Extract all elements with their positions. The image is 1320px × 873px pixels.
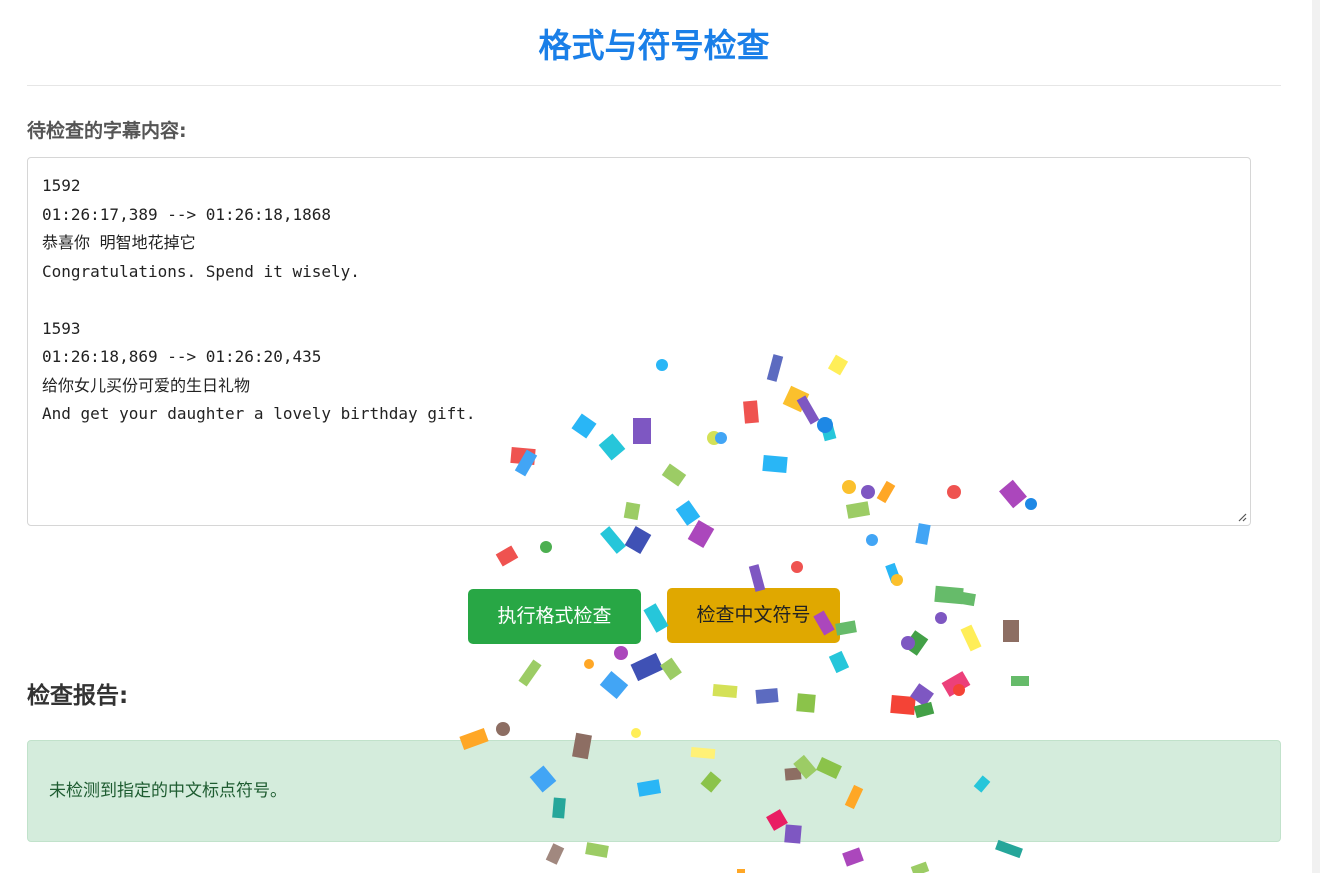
confetti-piece <box>614 646 628 660</box>
confetti-piece <box>643 603 669 633</box>
title-divider <box>27 85 1281 86</box>
confetti-piece <box>1003 620 1019 642</box>
confetti-piece <box>712 683 738 699</box>
confetti-piece <box>660 657 682 681</box>
confetti-piece <box>630 652 664 682</box>
confetti-piece <box>600 526 626 554</box>
confetti-piece <box>960 591 976 607</box>
report-heading: 检查报告: <box>27 683 129 709</box>
confetti-piece <box>545 843 565 865</box>
confetti-piece <box>915 523 931 545</box>
confetti-piece <box>960 624 982 652</box>
confetti-piece <box>584 659 594 669</box>
format-check-page: 格式与符号检查 待检查的字幕内容: 1592 01:26:17,389 --> … <box>0 0 1320 873</box>
confetti-piece <box>913 701 935 719</box>
confetti-piece <box>599 671 629 699</box>
confetti-piece <box>910 861 930 873</box>
confetti-piece <box>941 671 971 697</box>
confetti-piece <box>791 561 803 573</box>
confetti-piece <box>842 847 864 867</box>
confetti-piece <box>953 684 965 696</box>
subtitle-textarea-content[interactable]: 1592 01:26:17,389 --> 01:26:18,1868 恭喜你 … <box>42 172 1236 429</box>
confetti-piece <box>540 541 552 553</box>
run-format-check-button[interactable]: 执行格式检查 <box>468 589 641 644</box>
confetti-piece <box>890 694 916 716</box>
confetti-piece <box>934 585 964 605</box>
confetti-piece <box>995 839 1023 859</box>
confetti-piece <box>910 683 934 707</box>
page-scrollbar[interactable] <box>1312 0 1320 873</box>
subtitle-input-label: 待检查的字幕内容: <box>27 120 187 142</box>
confetti-piece <box>495 545 519 567</box>
confetti-piece <box>755 688 779 704</box>
confetti-piece <box>737 869 745 873</box>
confetti-piece <box>828 650 850 674</box>
confetti-piece <box>903 630 929 656</box>
confetti-piece <box>885 562 901 584</box>
confetti-piece <box>624 525 652 555</box>
confetti-piece <box>796 693 816 713</box>
confetti-piece <box>518 659 542 687</box>
confetti-piece <box>935 612 947 624</box>
report-result-message: 未检测到指定的中文标点符号。 <box>49 781 287 801</box>
confetti-piece <box>901 636 915 650</box>
report-result-box: 未检测到指定的中文标点符号。 <box>27 740 1281 842</box>
resize-grip-icon[interactable] <box>1237 512 1247 522</box>
confetti-piece <box>1011 676 1029 686</box>
confetti-piece <box>631 728 641 738</box>
confetti-piece <box>585 842 609 858</box>
confetti-piece <box>496 722 510 736</box>
page-title: 格式与符号检查 <box>538 26 770 65</box>
check-chinese-punctuation-button[interactable]: 检查中文符号 <box>667 588 840 643</box>
confetti-piece <box>866 534 878 546</box>
confetti-piece <box>891 574 903 586</box>
subtitle-textarea[interactable]: 1592 01:26:17,389 --> 01:26:18,1868 恭喜你 … <box>27 157 1251 526</box>
